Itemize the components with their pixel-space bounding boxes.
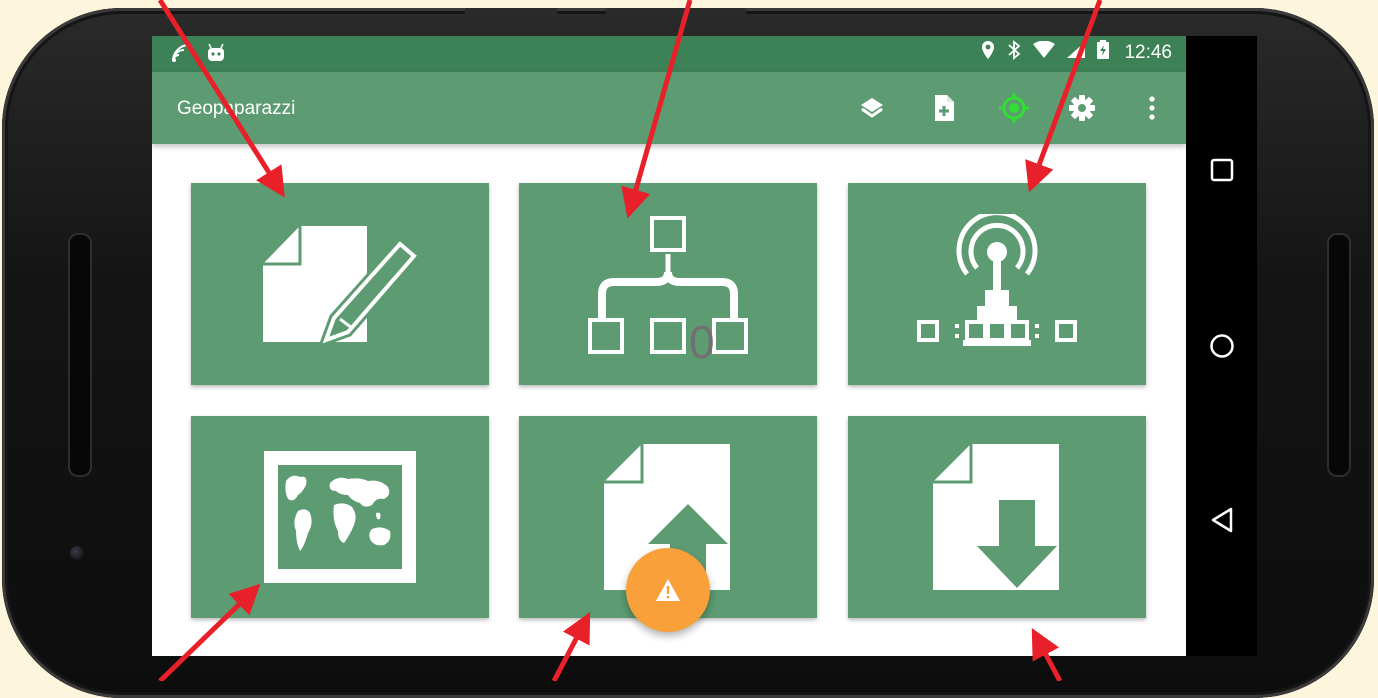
hierarchy-icon (588, 216, 748, 354)
settings-icon[interactable] (1066, 92, 1098, 124)
back-icon[interactable] (1208, 506, 1236, 534)
android-icon (206, 43, 226, 67)
warning-icon (656, 579, 680, 601)
home-icon[interactable] (1208, 332, 1236, 360)
note-edit-icon (263, 226, 420, 344)
app-toolbar: Geopaparazzi (152, 72, 1186, 144)
import-tile[interactable] (848, 416, 1146, 618)
location-icon (980, 40, 996, 66)
cell-signal-icon (1066, 41, 1086, 65)
add-note-icon[interactable] (928, 92, 960, 124)
device-screen: 12:46 Geopaparazzi 0 (152, 36, 1257, 656)
gps-target-icon[interactable] (998, 92, 1030, 124)
status-bar: 12:46 (152, 36, 1186, 72)
phone-speaker (1327, 233, 1351, 477)
gps-log-tile[interactable] (848, 183, 1146, 385)
metadata-tile[interactable]: 0 (519, 183, 817, 385)
more-options-icon[interactable] (1136, 92, 1168, 124)
file-import-icon (933, 444, 1059, 590)
layers-icon[interactable] (856, 92, 888, 124)
wifi-icon (1032, 40, 1056, 65)
navigation-bar (1186, 36, 1257, 656)
bluetooth-icon (1006, 40, 1022, 66)
status-time: 12:46 (1124, 42, 1172, 63)
recent-apps-icon[interactable] (1208, 156, 1236, 184)
world-map-icon (264, 451, 416, 583)
phone-side-button (465, 8, 557, 18)
battery-charging-icon (1096, 40, 1110, 66)
phone-speaker (68, 233, 92, 477)
metadata-count-badge: 0 (689, 316, 715, 368)
warning-fab-button[interactable] (626, 548, 710, 632)
wifi-signal-icon (170, 42, 192, 69)
app-title: Geopaparazzi (177, 98, 296, 119)
front-camera (70, 546, 84, 560)
gps-antenna-icon (917, 214, 1077, 346)
app-window: 12:46 Geopaparazzi 0 (152, 36, 1186, 656)
phone-side-button (606, 8, 746, 18)
map-view-tile[interactable] (191, 416, 489, 618)
notes-tile[interactable] (191, 183, 489, 385)
